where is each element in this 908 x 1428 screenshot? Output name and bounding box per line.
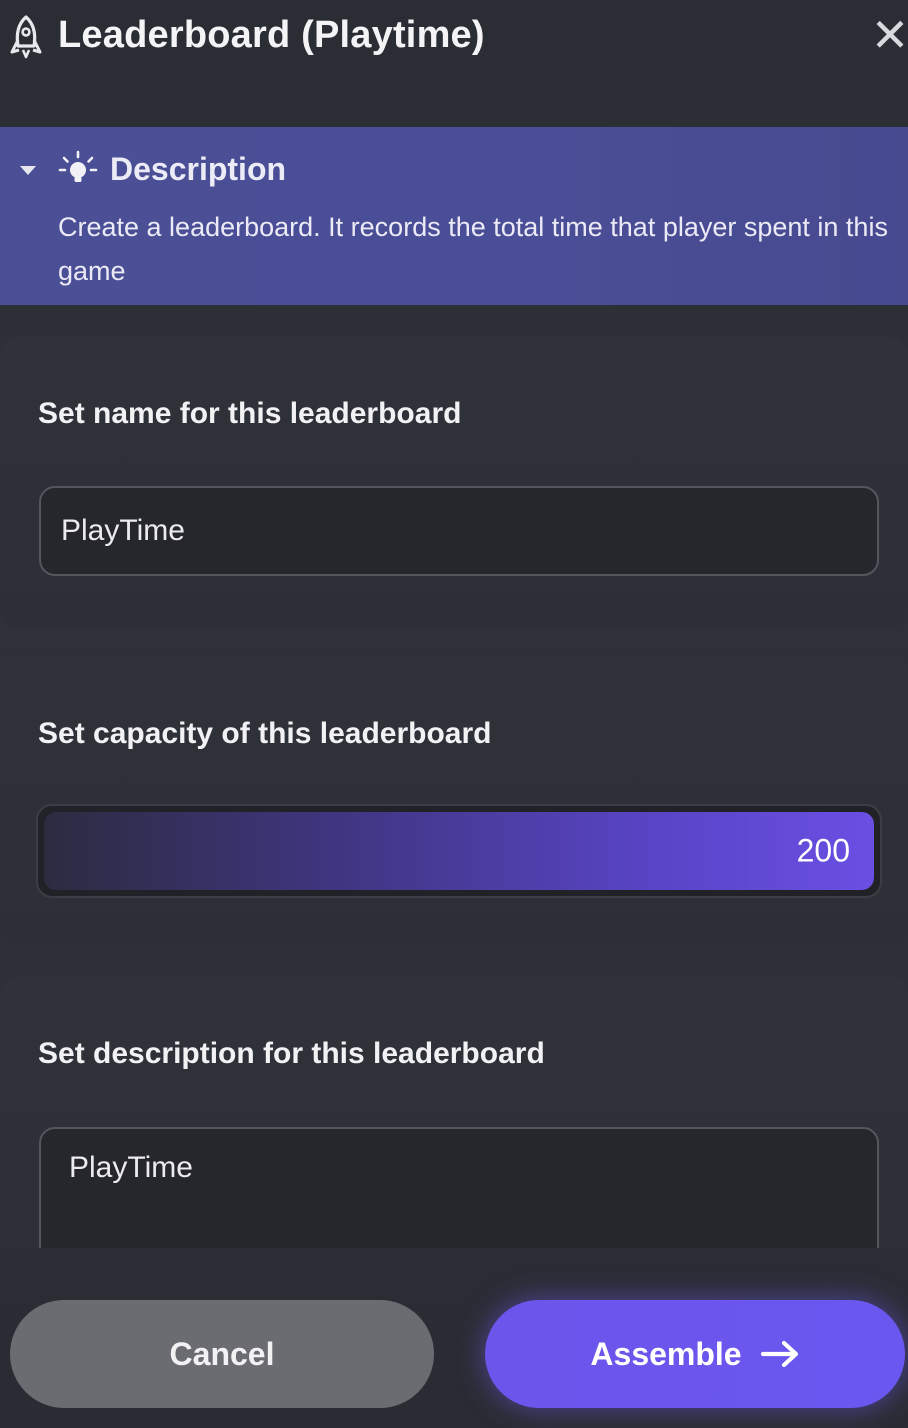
description-field-label: Set description for this leaderboard bbox=[38, 1037, 545, 1070]
close-icon[interactable]: ✕ bbox=[870, 12, 908, 58]
footer-actions: Cancel Assemble bbox=[0, 1248, 908, 1428]
capacity-slider-track[interactable]: 200 bbox=[44, 812, 874, 890]
caret-down-icon[interactable] bbox=[20, 166, 36, 175]
name-label: Set name for this leaderboard bbox=[38, 397, 462, 430]
capacity-value: 200 bbox=[796, 832, 850, 869]
panel-title: Leaderboard (Playtime) bbox=[58, 14, 485, 56]
capacity-card: Set capacity of this leaderboard 200 bbox=[0, 657, 908, 947]
capacity-slider-fill bbox=[44, 812, 874, 890]
description-text: Create a leaderboard. It records the tot… bbox=[58, 212, 888, 286]
description-title: Description bbox=[110, 151, 287, 187]
arrow-right-icon bbox=[760, 1340, 798, 1368]
cancel-button-label: Cancel bbox=[169, 1335, 275, 1372]
capacity-label: Set capacity of this leaderboard bbox=[38, 717, 492, 750]
capacity-slider[interactable]: 200 bbox=[36, 804, 882, 898]
lightbulb-icon bbox=[58, 150, 98, 182]
cancel-button[interactable]: Cancel bbox=[10, 1300, 434, 1408]
leaderboard-name-input[interactable] bbox=[39, 486, 879, 576]
assemble-button-label: Assemble bbox=[590, 1335, 742, 1372]
panel-header: Leaderboard (Playtime) ✕ bbox=[0, 0, 908, 80]
leaderboard-panel: Leaderboard (Playtime) ✕ Description Cre… bbox=[0, 0, 908, 1428]
assemble-button[interactable]: Assemble bbox=[485, 1300, 905, 1408]
description-section: Description Create a leaderboard. It rec… bbox=[0, 127, 908, 305]
name-card: Set name for this leaderboard bbox=[0, 337, 908, 627]
rocket-icon bbox=[10, 15, 42, 59]
